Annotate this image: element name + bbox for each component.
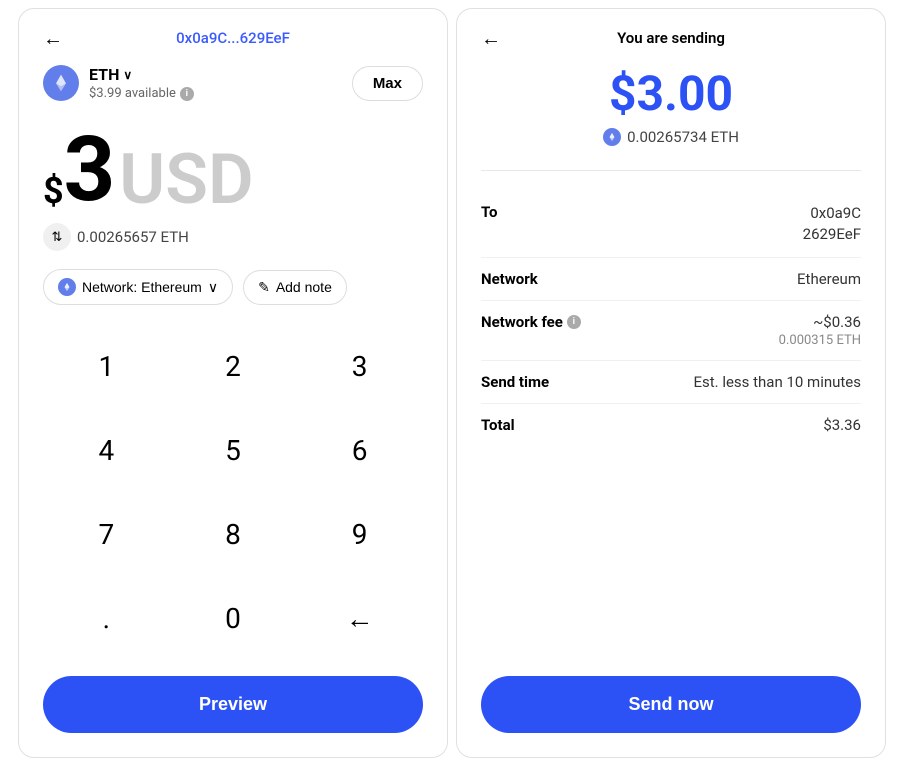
fee-label-row: Network fee i: [481, 313, 581, 331]
key-0[interactable]: 0: [170, 576, 297, 660]
add-note-label: Add note: [276, 279, 332, 295]
token-name-row[interactable]: ETH ∨: [89, 65, 194, 84]
key-9[interactable]: 9: [296, 493, 423, 577]
send-time-row: Send time Est. less than 10 minutes: [481, 361, 861, 404]
send-screen: ← 0x0a9C...629EeF ETH ∨ $3.99 available …: [18, 8, 448, 758]
token-row: ETH ∨ $3.99 available i Max: [43, 65, 423, 101]
network-detail-value: Ethereum: [797, 270, 861, 288]
back-button[interactable]: ←: [43, 26, 63, 51]
balance-info-icon[interactable]: i: [180, 87, 194, 101]
pencil-icon: ✎: [258, 279, 270, 296]
controls-row: Network: Ethereum ∨ ✎ Add note: [43, 269, 423, 305]
key-7[interactable]: 7: [43, 493, 170, 577]
fee-eth: 0.000315 ETH: [779, 333, 861, 348]
key-backspace[interactable]: ←: [296, 576, 423, 660]
token-details: ETH ∨ $3.99 available i: [89, 65, 194, 101]
send-time-label: Send time: [481, 373, 549, 391]
preview-button[interactable]: Preview: [43, 676, 423, 733]
total-value: $3.36: [823, 416, 861, 434]
recipient-address[interactable]: 0x0a9C...629EeF: [176, 29, 290, 47]
details-section: To 0x0a9C 2629EeF Network Ethereum Netwo…: [481, 191, 861, 446]
confirm-eth-icon: [603, 128, 621, 146]
to-address: 0x0a9C 2629EeF: [803, 203, 861, 245]
key-3[interactable]: 3: [296, 325, 423, 409]
key-1[interactable]: 1: [43, 325, 170, 409]
fee-row: Network fee i ~$0.36 0.000315 ETH: [481, 301, 861, 361]
fee-label: Network fee: [481, 313, 563, 331]
confirm-amount-eth: 0.00265734 ETH: [481, 128, 861, 146]
fee-value: ~$0.36: [779, 313, 861, 331]
network-label: Network: Ethereum: [82, 279, 202, 295]
numpad: 1 2 3 4 5 6 7 8 9 . 0 ←: [43, 325, 423, 660]
eth-equiv-text: 0.00265657 ETH: [77, 228, 189, 246]
key-4[interactable]: 4: [43, 409, 170, 493]
token-dropdown-icon: ∨: [123, 68, 132, 82]
total-label: Total: [481, 416, 515, 434]
token-balance: $3.99 available i: [89, 86, 194, 101]
eth-equivalent: ⇅ 0.00265657 ETH: [43, 223, 423, 251]
confirm-amount-usd: $3.00: [481, 65, 861, 122]
confirm-title: You are sending: [617, 29, 725, 47]
key-5[interactable]: 5: [170, 409, 297, 493]
key-dot[interactable]: .: [43, 576, 170, 660]
send-now-button[interactable]: Send now: [481, 676, 861, 733]
network-detail-label: Network: [481, 270, 538, 288]
to-row: To 0x0a9C 2629EeF: [481, 191, 861, 258]
fee-info-icon[interactable]: i: [567, 315, 581, 329]
amount-value: 3: [64, 125, 116, 215]
confirm-back-button[interactable]: ←: [481, 26, 501, 51]
key-8[interactable]: 8: [170, 493, 297, 577]
confirm-screen: ← You are sending $3.00 0.00265734 ETH T…: [456, 8, 886, 758]
token-name: ETH: [89, 65, 119, 84]
max-button[interactable]: Max: [352, 66, 423, 101]
amount-currency: USD: [119, 145, 253, 215]
network-button[interactable]: Network: Ethereum ∨: [43, 269, 233, 305]
network-chevron: ∨: [208, 279, 218, 296]
key-2[interactable]: 2: [170, 325, 297, 409]
divider: [481, 170, 861, 171]
add-note-button[interactable]: ✎ Add note: [243, 270, 347, 305]
amount-display: $ 3 USD: [43, 125, 423, 215]
send-time-value: Est. less than 10 minutes: [693, 373, 861, 391]
confirm-header: ← You are sending: [481, 29, 861, 47]
total-row: Total $3.36: [481, 404, 861, 446]
swap-icon[interactable]: ⇅: [43, 223, 71, 251]
eth-icon: [43, 65, 79, 101]
fee-values: ~$0.36 0.000315 ETH: [779, 313, 861, 348]
network-row: Network Ethereum: [481, 258, 861, 301]
header: ← 0x0a9C...629EeF: [43, 29, 423, 47]
to-label: To: [481, 203, 498, 221]
key-6[interactable]: 6: [296, 409, 423, 493]
network-eth-icon: [58, 278, 76, 296]
dollar-sign: $: [43, 173, 64, 209]
token-info: ETH ∨ $3.99 available i: [43, 65, 194, 101]
